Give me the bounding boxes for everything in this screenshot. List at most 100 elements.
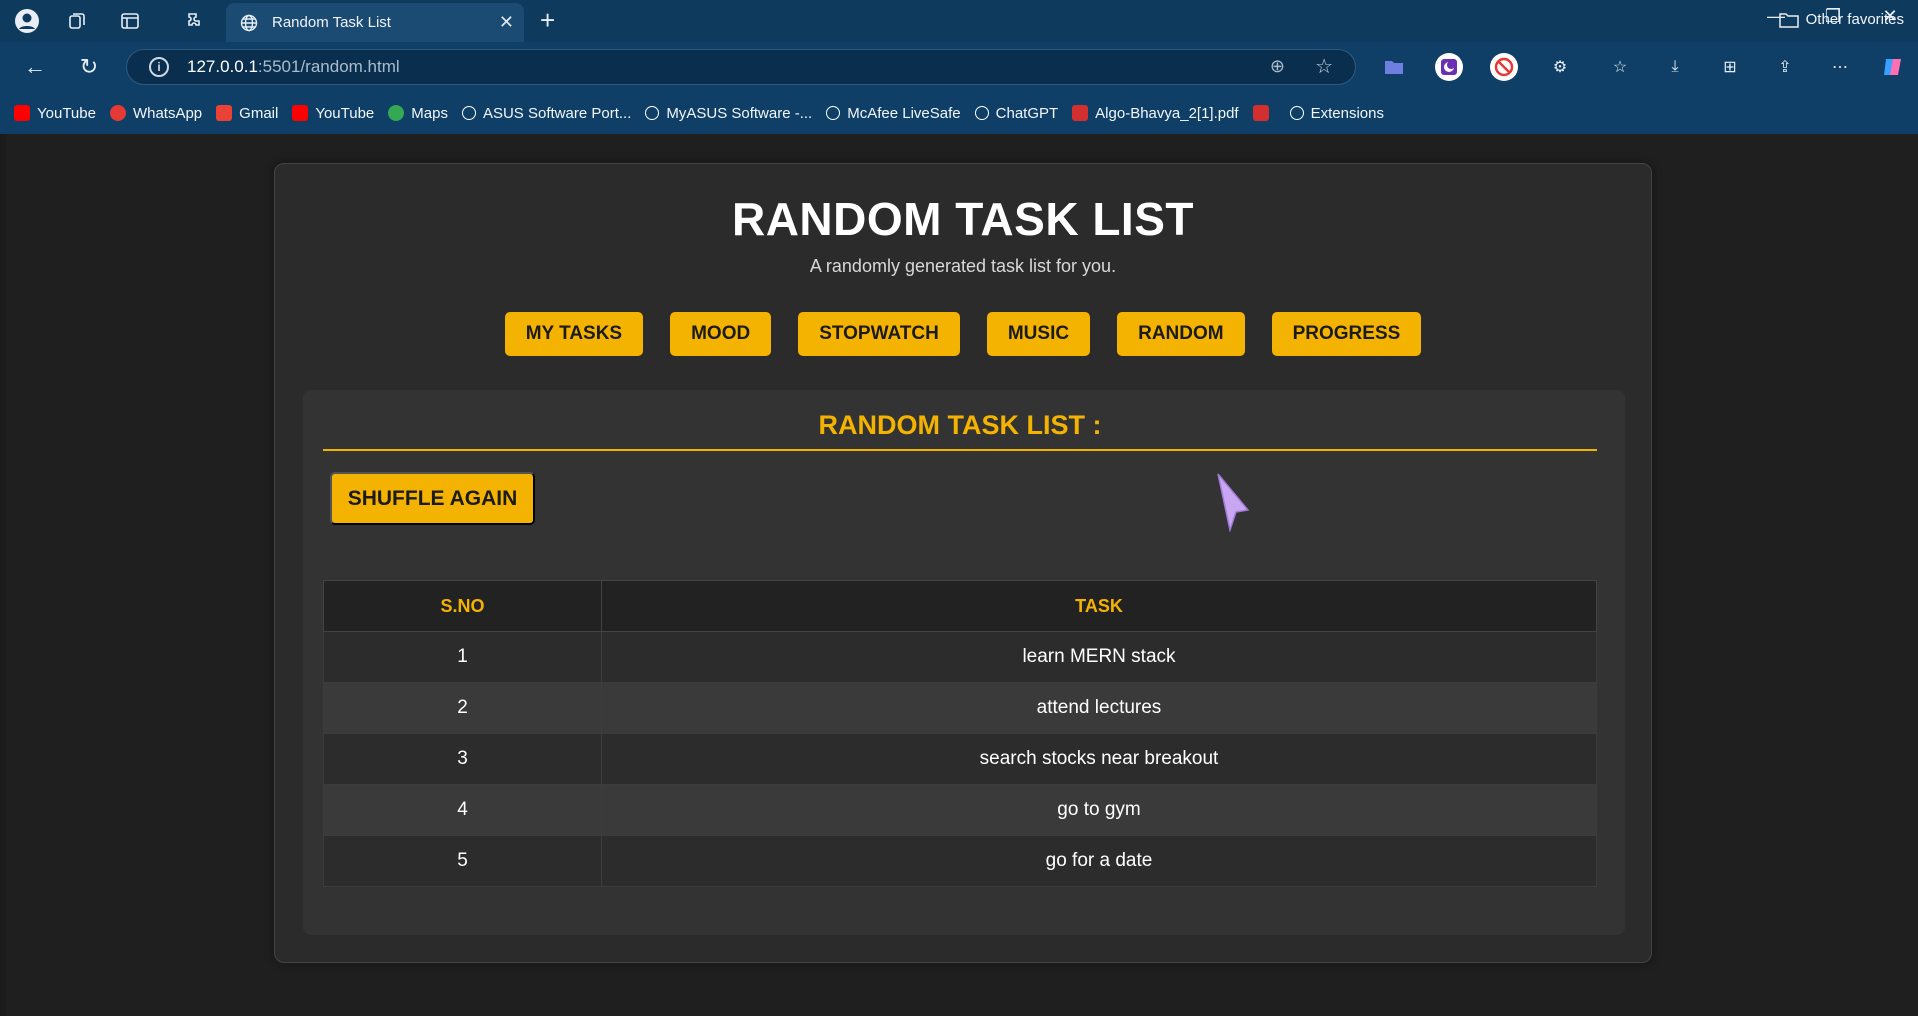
downloads-icon[interactable]: ⤓ xyxy=(1661,53,1689,81)
cell-task: go for a date xyxy=(601,835,1597,887)
new-tab-icon[interactable]: + xyxy=(540,6,555,34)
bookmark-item[interactable]: ChatGPT xyxy=(974,104,1059,122)
bookmark-item[interactable]: MyASUS Software -... xyxy=(645,105,812,122)
bookmark-label: Extensions xyxy=(1310,104,1384,122)
globe-icon xyxy=(645,106,660,120)
table-row: 3 search stocks near breakout xyxy=(323,733,1597,785)
app-container: RANDOM TASK LIST A randomly generated ta… xyxy=(274,163,1652,963)
nav-my-tasks-button[interactable]: MY TASKS xyxy=(504,312,644,356)
cell-sno: 3 xyxy=(323,733,602,785)
bookmark-item[interactable]: YouTube xyxy=(292,105,374,122)
bookmark-label: Maps xyxy=(411,104,448,122)
bookmark-item[interactable]: Maps xyxy=(388,105,448,122)
copilot-icon[interactable] xyxy=(1879,53,1907,81)
whatsapp-icon xyxy=(109,105,126,121)
title-bar: Random Task List ✕ + — ❐ ✕ xyxy=(0,0,1918,42)
other-favorites[interactable]: Other favorites xyxy=(1778,11,1904,28)
favorites-icon[interactable]: ☆ xyxy=(1606,53,1634,81)
nav-buttons: MY TASKS MOOD STOPWATCH MUSIC RANDOM PRO… xyxy=(275,312,1651,356)
bookmark-item[interactable]: ASUS Software Port... xyxy=(461,104,632,122)
nav-stopwatch-button[interactable]: STOPWATCH xyxy=(798,312,960,356)
bookmark-item[interactable]: McAfee LiveSafe xyxy=(826,104,961,122)
shuffle-again-button[interactable]: SHUFFLE AGAIN xyxy=(330,472,535,525)
bookmark-label: ASUS Software Port... xyxy=(482,104,632,122)
navigation-bar: ← ↻ i 127.0.0.1:5501/random.html ⊕ ☆ ⚙ ☆… xyxy=(0,42,1918,92)
globe-icon xyxy=(461,106,476,120)
table-row: 1 learn MERN stack xyxy=(323,631,1597,683)
cell-sno: 4 xyxy=(323,784,602,836)
nav-music-button[interactable]: MUSIC xyxy=(986,312,1091,356)
page-subtitle: A randomly generated task list for you. xyxy=(809,256,1117,276)
page-title: RANDOM TASK LIST xyxy=(731,193,1194,245)
section-title: RANDOM TASK LIST : xyxy=(323,410,1597,451)
url-path: :5501/random.html xyxy=(257,57,400,76)
header-task: TASK xyxy=(601,580,1597,632)
cell-task: search stocks near breakout xyxy=(601,733,1597,785)
bookmark-label: Algo-Bhavya_2[1].pdf xyxy=(1095,104,1239,122)
table-row: 5 go for a date xyxy=(323,835,1597,887)
cell-task: learn MERN stack xyxy=(601,631,1597,683)
cell-task: attend lectures xyxy=(601,682,1597,734)
collections-icon[interactable]: ⊞ xyxy=(1716,53,1744,81)
table-header-row: S.NO TASK xyxy=(323,580,1597,632)
extensions-icon[interactable]: ⚙ xyxy=(1546,53,1574,81)
folder-extension-icon[interactable] xyxy=(1380,53,1408,81)
bookmark-label: YouTube xyxy=(37,104,96,122)
nav-random-button[interactable]: RANDOM xyxy=(1117,312,1245,356)
bookmark-label: WhatsApp xyxy=(132,104,203,122)
folder-icon xyxy=(1778,12,1799,28)
bookmark-label: MyASUS Software -... xyxy=(666,104,813,122)
cell-sno: 5 xyxy=(323,835,602,887)
pdf-icon xyxy=(1252,105,1269,121)
tab-actions-icon[interactable] xyxy=(117,8,143,34)
bookmark-item[interactable]: WhatsApp xyxy=(109,104,203,122)
share-icon[interactable]: ⇪ xyxy=(1771,53,1799,81)
profile-icon[interactable] xyxy=(14,8,40,34)
mouse-cursor-icon xyxy=(1217,473,1250,532)
bookmark-item[interactable] xyxy=(1252,105,1276,121)
tab-random-task-list[interactable]: Random Task List ✕ xyxy=(226,3,524,42)
pdf-icon xyxy=(1072,105,1089,121)
page-viewport: RANDOM TASK LIST A randomly generated ta… xyxy=(6,134,1918,1016)
youtube-icon xyxy=(292,105,309,121)
workspaces-icon[interactable] xyxy=(64,8,90,34)
random-task-panel: RANDOM TASK LIST : SHUFFLE AGAIN S.NO TA… xyxy=(303,390,1625,935)
maps-icon xyxy=(388,105,405,121)
tab-title: Random Task List xyxy=(272,14,391,31)
youtube-icon xyxy=(14,105,30,121)
favorite-star-icon[interactable]: ☆ xyxy=(1315,54,1333,79)
bookmark-item[interactable]: Algo-Bhavya_2[1].pdf xyxy=(1072,104,1239,122)
globe-icon xyxy=(826,106,841,120)
extensions-icon xyxy=(1289,106,1304,120)
nav-progress-button[interactable]: PROGRESS xyxy=(1271,312,1422,356)
browser-window: Random Task List ✕ + — ❐ ✕ ← ↻ i 127.0.0… xyxy=(0,0,1918,1016)
gmail-icon xyxy=(216,105,233,121)
nav-mood-button[interactable]: MOOD xyxy=(670,312,772,356)
bookmark-label: YouTube xyxy=(315,104,375,122)
bookmark-label: McAfee LiveSafe xyxy=(847,104,961,122)
task-table: S.NO TASK 1 learn MERN stack 2 attend le… xyxy=(323,580,1597,887)
address-bar[interactable]: i 127.0.0.1:5501/random.html ⊕ ☆ xyxy=(126,49,1356,85)
bookmark-item[interactable]: Extensions xyxy=(1289,104,1384,122)
other-favorites-label: Other favorites xyxy=(1805,11,1904,28)
table-row: 4 go to gym xyxy=(323,784,1597,836)
chatgpt-icon xyxy=(974,106,989,120)
header-sno: S.NO xyxy=(323,580,602,632)
back-icon[interactable]: ← xyxy=(20,52,50,82)
zoom-icon[interactable]: ⊕ xyxy=(1270,56,1285,77)
site-info-icon[interactable]: i xyxy=(149,57,169,77)
bookmark-label: Gmail xyxy=(239,104,279,122)
bookmark-item[interactable]: Gmail xyxy=(216,105,278,122)
bookmark-item[interactable]: YouTube xyxy=(14,105,96,122)
cell-sno: 2 xyxy=(323,682,602,734)
globe-icon xyxy=(240,14,258,31)
moon-extension-icon[interactable] xyxy=(1435,53,1463,81)
extension-tab-icon[interactable] xyxy=(181,8,207,34)
bookmark-label: ChatGPT xyxy=(995,104,1059,122)
bookmarks-bar: YouTube WhatsApp Gmail YouTube Maps ASUS Soft… xyxy=(0,92,1918,134)
url-host: 127.0.0.1 xyxy=(187,57,258,76)
refresh-icon[interactable]: ↻ xyxy=(74,52,104,82)
more-menu-icon[interactable]: ⋯ xyxy=(1826,53,1854,81)
close-tab-icon[interactable]: ✕ xyxy=(499,12,514,33)
blocker-extension-icon[interactable] xyxy=(1490,53,1518,81)
